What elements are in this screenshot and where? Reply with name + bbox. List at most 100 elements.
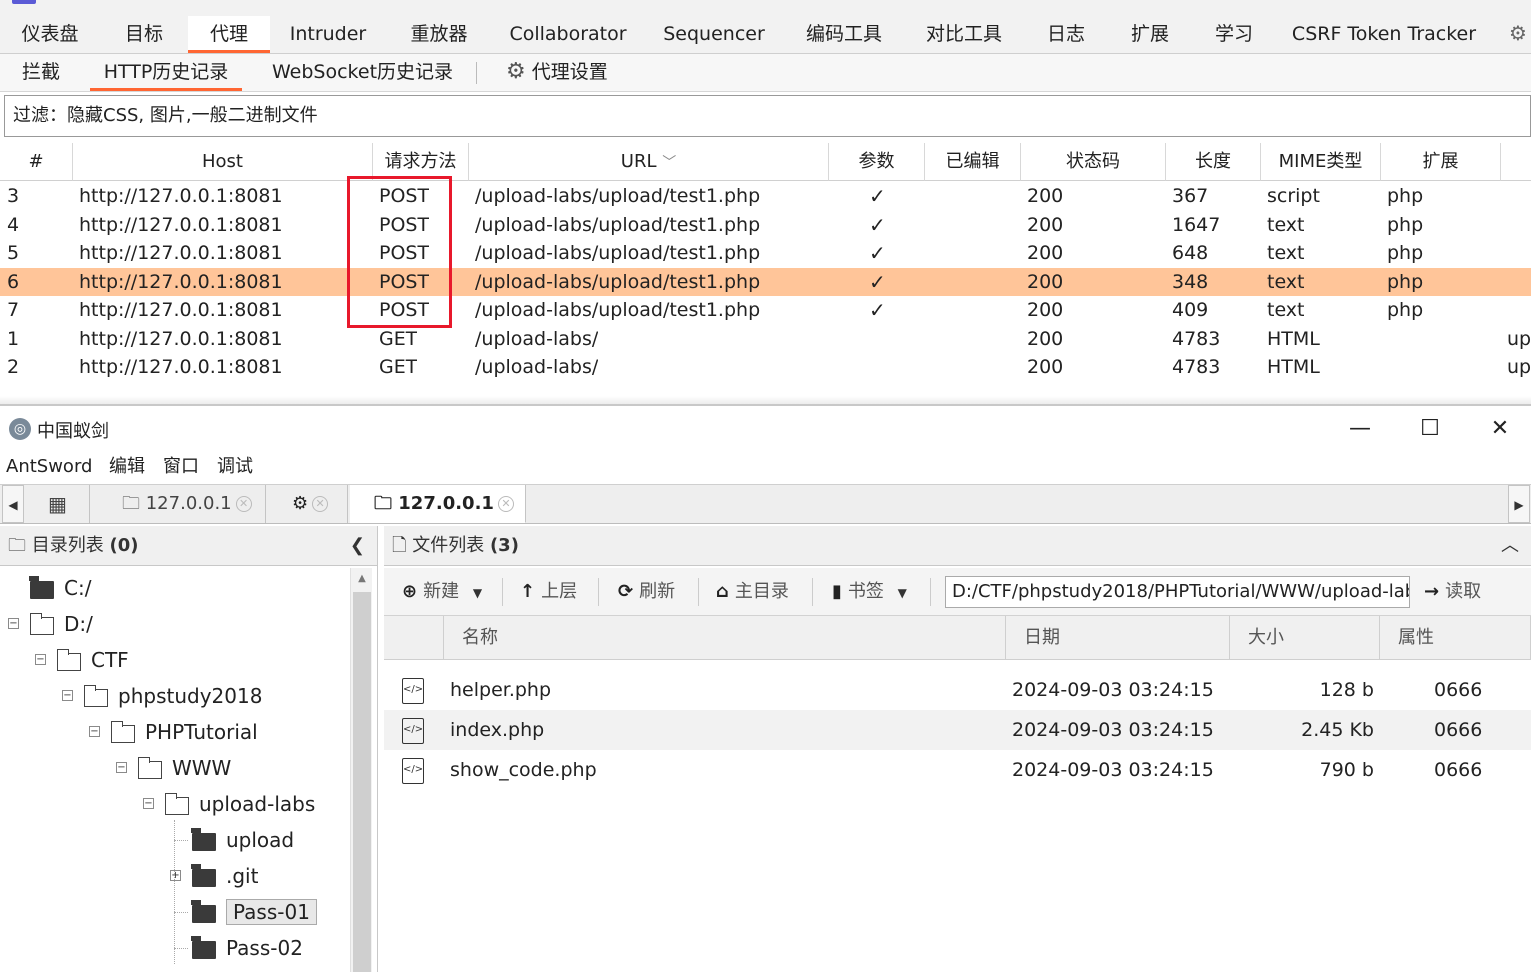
collapse-node-icon[interactable]: − [62, 690, 73, 701]
file-col-header-name[interactable]: 名称 [444, 616, 1006, 660]
col-header-edited[interactable]: 已编辑 [925, 143, 1021, 181]
table-row[interactable]: 3 http://127.0.0.1:8081 POST/upload-labs/u… [0, 182, 1531, 211]
tab-scroll-right-icon[interactable]: ▶ [1508, 485, 1530, 523]
subtab-websocket-history[interactable]: WebSocket历史记录 [272, 54, 462, 91]
col-header-length[interactable]: 长度 [1166, 143, 1261, 181]
col-header-mime[interactable]: MIME类型 [1261, 143, 1381, 181]
tab-learn[interactable]: 学习 [1192, 16, 1276, 53]
tab-extensions[interactable]: 扩展 [1108, 16, 1192, 53]
tree-node[interactable]: PHPTutorial [111, 714, 258, 750]
tab-decoder[interactable]: 编码工具 [784, 16, 904, 53]
menu-edit[interactable]: 编辑 [109, 452, 145, 482]
menu-antsword[interactable]: AntSword [6, 452, 92, 482]
row-status: 200 [1027, 356, 1064, 378]
subtab-http-history[interactable]: HTTP历史记录 [90, 54, 242, 91]
col-header-title[interactable] [1501, 143, 1531, 181]
col-header-params[interactable]: 参数 [829, 143, 925, 181]
col-header-status[interactable]: 状态码 [1021, 143, 1166, 181]
collapse-panel-icon[interactable]: ❮ [350, 526, 365, 566]
filter-bar[interactable]: 过滤：隐藏CSS, 图片,一般二进制文件 [4, 95, 1531, 137]
col-header-url[interactable]: URL ﹀ [469, 143, 829, 181]
table-row[interactable]: 7 http://127.0.0.1:8081 POST/upload-labs/u… [0, 296, 1531, 325]
table-row[interactable]: 5 http://127.0.0.1:8081 POST/upload-labs/u… [0, 239, 1531, 268]
tab-label: 学习 [1214, 23, 1253, 45]
tab-logger[interactable]: 日志 [1024, 16, 1108, 53]
tab-comparer[interactable]: 对比工具 [904, 16, 1024, 53]
tree-node[interactable]: upload [191, 822, 294, 858]
tab-repeater[interactable]: 重放器 [386, 16, 492, 53]
collapse-node-icon[interactable]: − [35, 654, 46, 665]
tab-collaborator[interactable]: Collaborator [492, 16, 644, 53]
table-row[interactable]: 1 http://127.0.0.1:8081 GET/upload-labs/20… [0, 325, 1531, 354]
file-col-header-date[interactable]: 日期 [1006, 616, 1230, 660]
tab-proxy[interactable]: 代理 [188, 16, 270, 53]
tab-scroll-left-icon[interactable]: ◀ [2, 485, 24, 523]
maximize-icon[interactable]: ☐ [1410, 414, 1450, 444]
minimize-icon[interactable]: — [1340, 414, 1380, 444]
col-header-extension[interactable]: 扩展 [1381, 143, 1501, 181]
proxy-settings-button[interactable]: ⚙ 代理设置 [506, 54, 626, 91]
collapse-node-icon[interactable]: − [8, 618, 19, 629]
bookmark-button[interactable]: ▮ 书签 ▼ [832, 576, 907, 608]
collapse-up-icon[interactable]: ︿ [1501, 526, 1519, 566]
folder-icon [191, 935, 216, 959]
tab-sequencer[interactable]: Sequencer [644, 16, 784, 53]
tree-node[interactable]: D:/ [30, 606, 93, 642]
collapse-node-icon[interactable]: − [143, 798, 154, 809]
file-col-header-size[interactable]: 大小 [1230, 616, 1380, 660]
folder-open-icon [30, 612, 54, 635]
tab-target[interactable]: 目标 [100, 16, 188, 53]
new-button[interactable]: ⊕ 新建 ▼ [402, 576, 482, 608]
tree-node[interactable]: Pass-01 [191, 894, 317, 930]
file-col-header-attr[interactable]: 属性 [1380, 616, 1531, 660]
col-header-host[interactable]: Host [73, 143, 373, 181]
folder-icon: 🗀 [8, 535, 26, 556]
tab-csrf-token-tracker[interactable]: CSRF Token Tracker [1276, 16, 1492, 53]
folder-open-icon [84, 684, 108, 707]
table-row[interactable]: 2 http://127.0.0.1:8081 GET/upload-labs/20… [0, 353, 1531, 382]
home-dir-button[interactable]: ⌂ 主目录 [716, 576, 789, 608]
tab-dashboard[interactable]: 仪表盘 [0, 16, 100, 53]
refresh-button[interactable]: ⟳ 刷新 [618, 576, 675, 608]
read-button[interactable]: → 读取 [1424, 576, 1481, 608]
menu-window[interactable]: 窗口 [163, 452, 199, 482]
tree-scrollbar[interactable]: ▲ [350, 568, 372, 972]
table-row[interactable]: 6 http://127.0.0.1:8081 POST/upload-labs/u… [0, 267, 1531, 296]
collapse-node-icon[interactable]: − [89, 726, 100, 737]
folder-icon [191, 863, 216, 887]
tab-close-icon[interactable]: ✕ [497, 496, 514, 512]
collapse-node-icon[interactable]: − [116, 762, 127, 773]
tree-node[interactable]: .git [191, 858, 258, 894]
bookmark-icon: ▮ [832, 581, 842, 602]
col-header-num[interactable]: # [0, 143, 73, 181]
close-icon[interactable]: ✕ [1480, 414, 1520, 444]
tree-node[interactable]: Pass-02 [191, 930, 303, 966]
tree-node[interactable]: phpstudy2018 [84, 678, 262, 714]
path-input[interactable]: D:/CTF/phpstudy2018/PHPTutorial/WWW/uplo… [945, 576, 1410, 608]
file-row[interactable]: </> helper.php 2024-09-03 03:24:15 128 b 066… [384, 670, 1531, 710]
scrollbar-thumb[interactable] [353, 592, 371, 972]
subtab-intercept[interactable]: 拦截 [22, 54, 64, 91]
row-mime: HTML [1267, 327, 1320, 350]
read-label: 读取 [1445, 581, 1482, 602]
tree-node[interactable]: CTF [57, 642, 129, 678]
burp-pane-divider[interactable] [0, 396, 1531, 406]
tab-settings[interactable]: ⚙ ✕ [266, 485, 348, 523]
tree-node[interactable]: C:/ [29, 570, 91, 606]
tab-session-127-0-0-1-active[interactable]: 🗀 127.0.0.1 ✕ [350, 485, 526, 523]
file-row[interactable]: </> index.php 2024-09-03 03:24:15 2.45 Kb 06… [384, 710, 1531, 750]
scroll-up-icon[interactable]: ▲ [351, 570, 373, 588]
file-row[interactable]: </> show_code.php 2024-09-03 03:24:15 790 b… [384, 750, 1531, 790]
tab-intruder[interactable]: Intruder [270, 16, 386, 53]
tab-session-127-0-0-1[interactable]: 🗀 127.0.0.1 ✕ [90, 485, 266, 523]
tab-close-icon[interactable]: ✕ [235, 496, 252, 512]
up-level-button[interactable]: ↑ 上层 [520, 576, 577, 608]
tree-node[interactable]: upload-labs [165, 786, 315, 822]
tree-node[interactable]: WWW [138, 750, 231, 786]
table-row[interactable]: 4 http://127.0.0.1:8081 POST/upload-labs/u… [0, 211, 1531, 240]
menu-debug[interactable]: 调试 [217, 452, 253, 482]
settings-gear-icon[interactable]: ⚙ [1509, 22, 1531, 44]
tab-close-icon[interactable]: ✕ [312, 496, 329, 512]
expand-node-icon[interactable]: + [170, 870, 181, 881]
tab-dashboard-grid[interactable]: ▦ [26, 485, 90, 523]
